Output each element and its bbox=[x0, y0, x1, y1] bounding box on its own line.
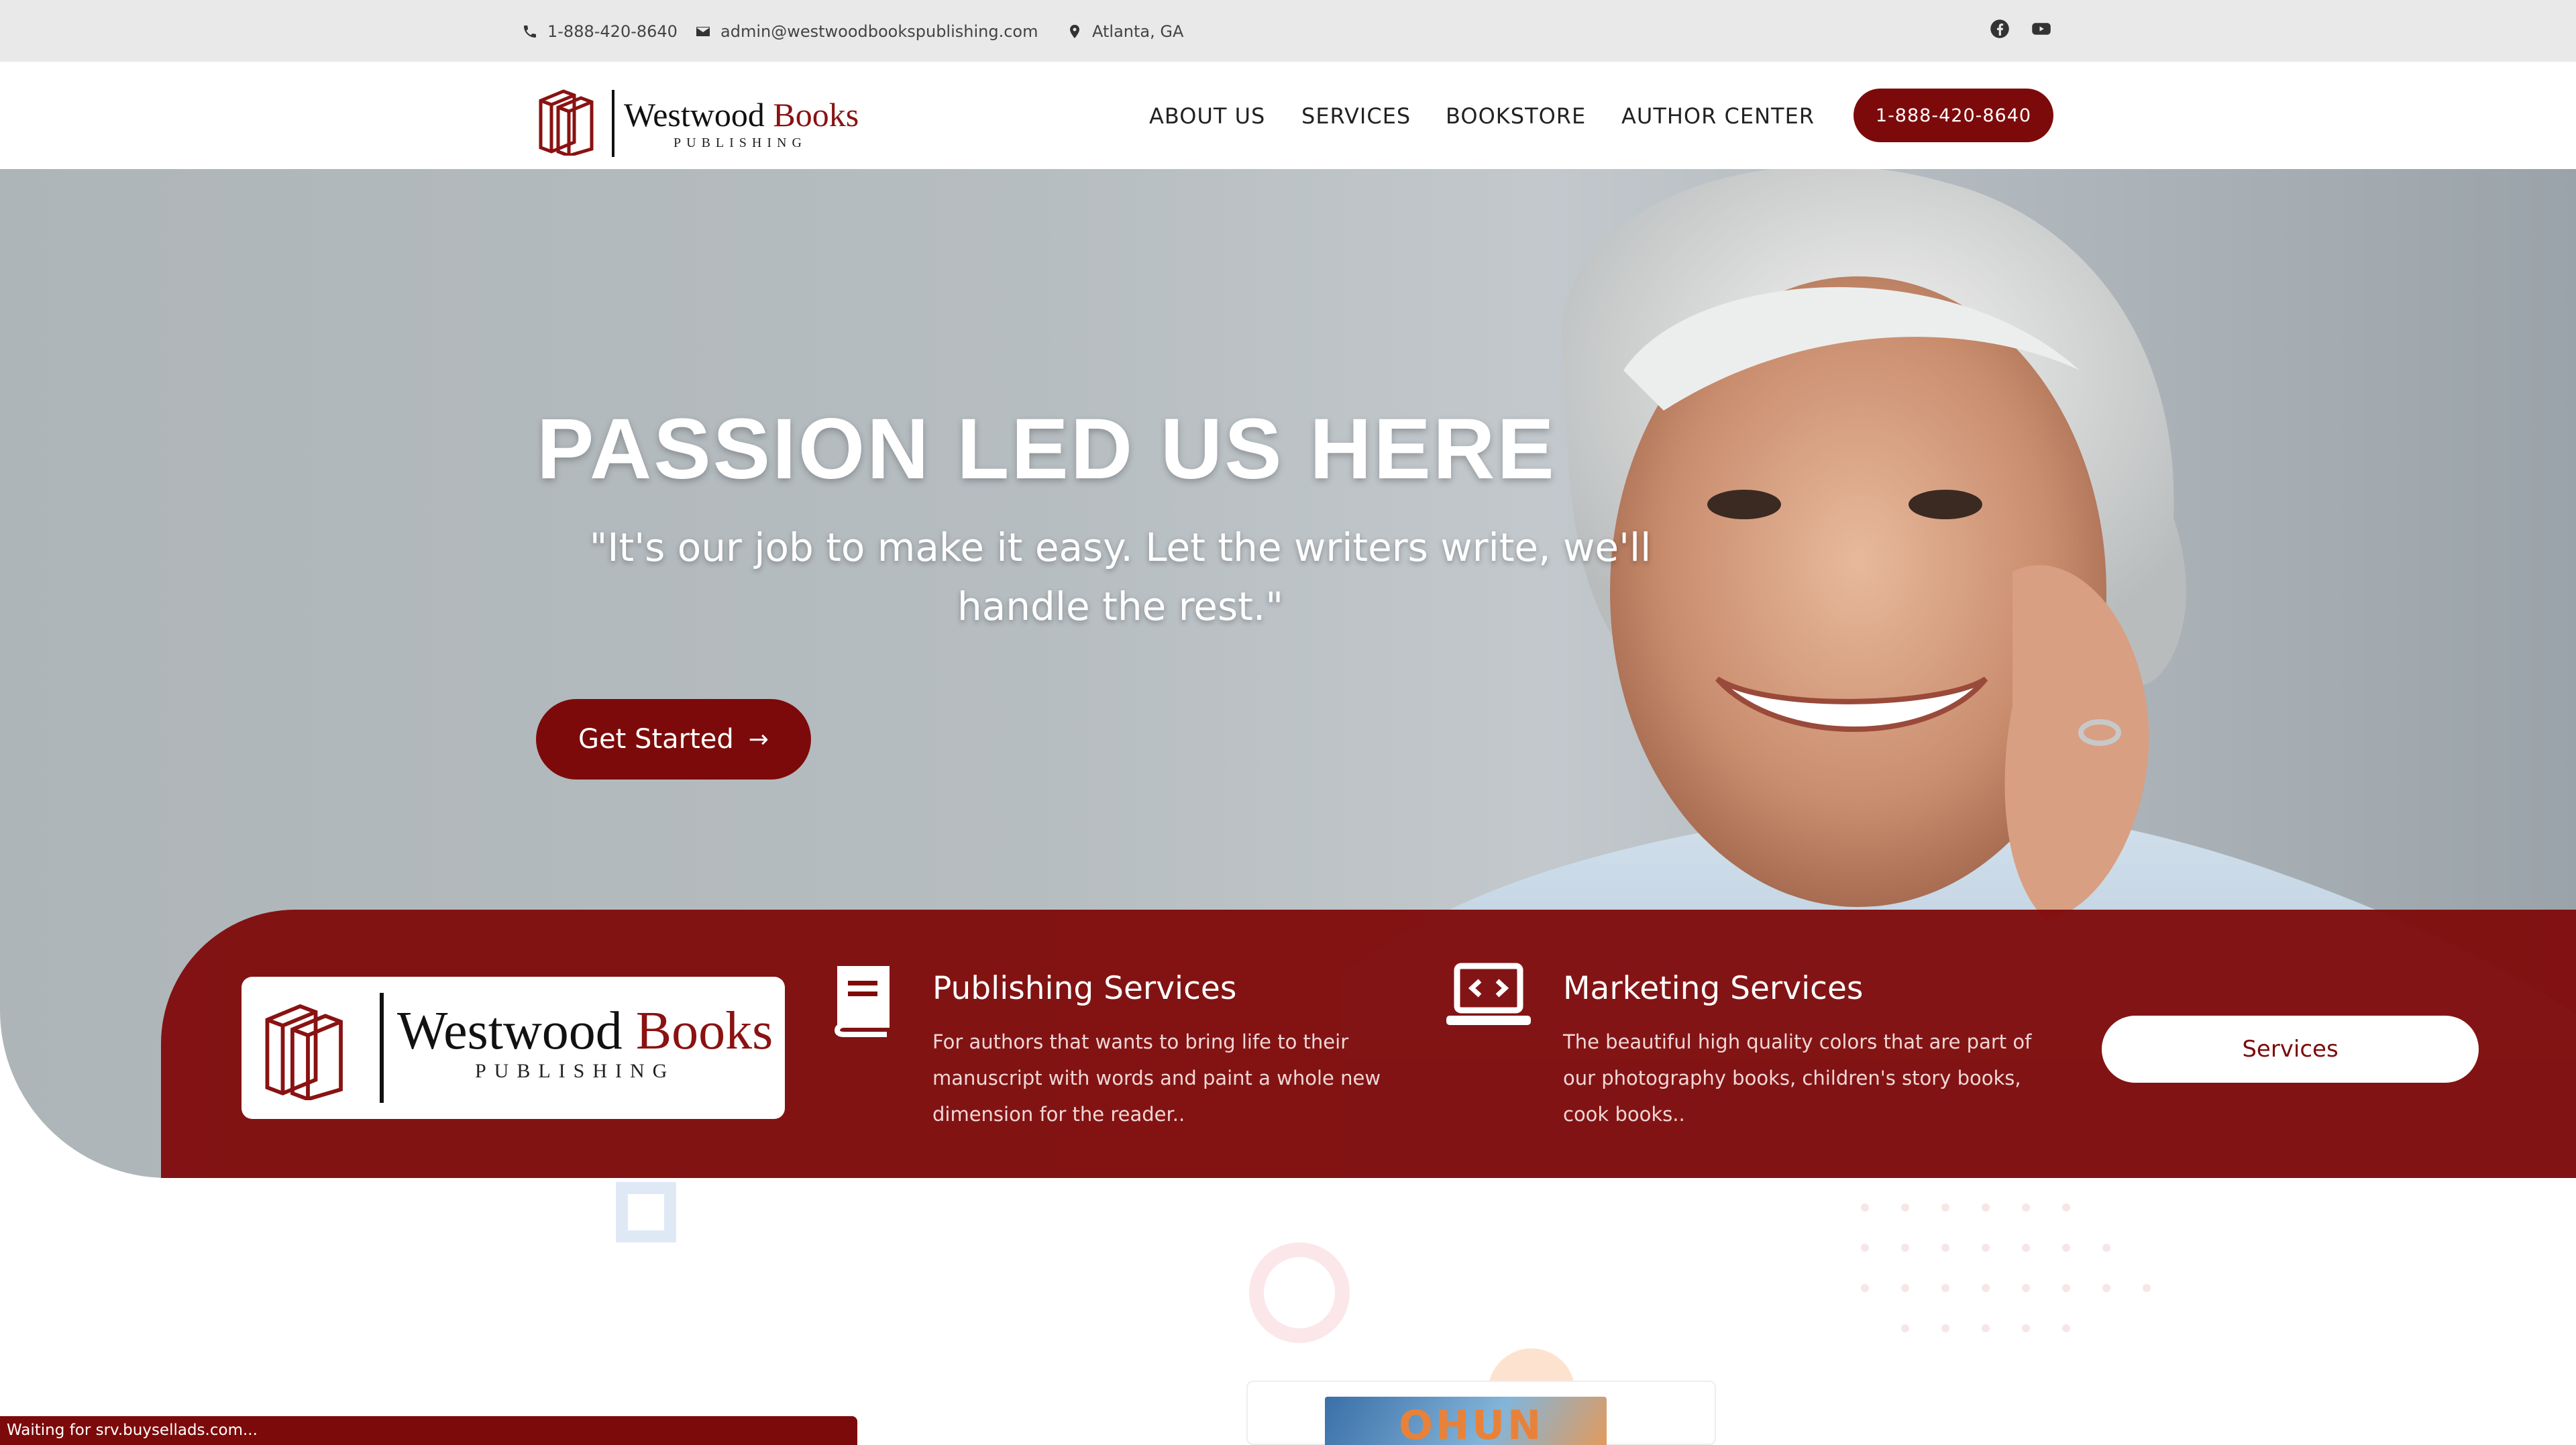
logo-divider bbox=[612, 90, 614, 157]
nav-bookstore[interactable]: BOOKSTORE bbox=[1446, 103, 1586, 129]
topbar-location-text: Atlanta, GA bbox=[1092, 22, 1184, 41]
nav-services[interactable]: SERVICES bbox=[1301, 103, 1411, 129]
site-header: Westwood Books PUBLISHING ABOUT US SERVI… bbox=[0, 62, 2576, 169]
decorative-dot-grid bbox=[1861, 1203, 2151, 1332]
top-info-bar: 1-888-420-8640 admin@westwoodbookspublis… bbox=[0, 0, 2576, 62]
phone-icon bbox=[524, 25, 536, 38]
envelope-icon bbox=[696, 27, 710, 36]
header-phone-button[interactable]: 1-888-420-8640 bbox=[1854, 89, 2053, 142]
arrow-right-icon: → bbox=[748, 725, 769, 753]
get-started-label: Get Started bbox=[578, 724, 734, 755]
topbar-location: Atlanta, GA bbox=[1067, 20, 1183, 43]
laptop-code-icon bbox=[1446, 963, 1531, 1025]
book-card[interactable]: OHUN bbox=[1246, 1381, 1716, 1445]
books-logo-icon bbox=[265, 1004, 343, 1100]
facebook-icon[interactable] bbox=[1990, 19, 2012, 42]
logo-wordmark: Westwood Books bbox=[624, 95, 859, 134]
decorative-square bbox=[616, 1182, 676, 1242]
nav-author-center[interactable]: AUTHOR CENTER bbox=[1621, 103, 1815, 129]
band-logo-subtitle: PUBLISHING bbox=[475, 1060, 676, 1082]
band-logo-word-main: Westwood bbox=[397, 1002, 623, 1061]
publishing-services-title: Publishing Services bbox=[932, 970, 1237, 1007]
site-logo[interactable]: Westwood Books PUBLISHING bbox=[534, 82, 869, 157]
book-cover-image: OHUN bbox=[1325, 1397, 1607, 1445]
browser-status-bar: Waiting for srv.buysellads.com... bbox=[0, 1416, 857, 1445]
services-button[interactable]: Services bbox=[2102, 1016, 2479, 1083]
band-logo-wordmark: Westwood Books bbox=[397, 1001, 773, 1062]
marketing-services-desc: The beautiful high quality colors that a… bbox=[1563, 1030, 2032, 1126]
topbar-phone[interactable]: 1-888-420-8640 bbox=[522, 20, 678, 43]
band-logo-divider bbox=[380, 993, 384, 1103]
topbar-email[interactable]: admin@westwoodbookspublishing.com bbox=[695, 20, 1038, 43]
marketing-services-title: Marketing Services bbox=[1563, 970, 1864, 1007]
hero-title: PASSION LED US HERE bbox=[537, 401, 1556, 497]
logo-subtitle: PUBLISHING bbox=[674, 136, 807, 150]
publishing-services-desc: For authors that wants to bring life to … bbox=[932, 1030, 1381, 1126]
logo-word-main: Westwood bbox=[624, 96, 765, 133]
books-logo-icon bbox=[539, 89, 594, 156]
book-icon bbox=[834, 966, 890, 1037]
book-cover-title: OHUN bbox=[1399, 1402, 1544, 1445]
services-band: Westwood Books PUBLISHING Publishing Ser… bbox=[161, 910, 2576, 1178]
youtube-icon[interactable] bbox=[2031, 19, 2054, 42]
nav-about-us[interactable]: ABOUT US bbox=[1149, 103, 1265, 129]
hero-quote: "It's our job to make it easy. Let the w… bbox=[589, 525, 1652, 629]
logo-word-accent: Books bbox=[773, 96, 859, 133]
map-pin-icon bbox=[1070, 25, 1079, 38]
topbar-phone-text: 1-888-420-8640 bbox=[547, 22, 678, 41]
band-logo-card: Westwood Books PUBLISHING bbox=[241, 977, 785, 1119]
topbar-email-text: admin@westwoodbookspublishing.com bbox=[720, 22, 1038, 41]
band-logo-word-accent: Books bbox=[635, 1002, 773, 1061]
decorative-ring bbox=[1249, 1242, 1350, 1343]
get-started-button[interactable]: Get Started → bbox=[536, 699, 811, 780]
